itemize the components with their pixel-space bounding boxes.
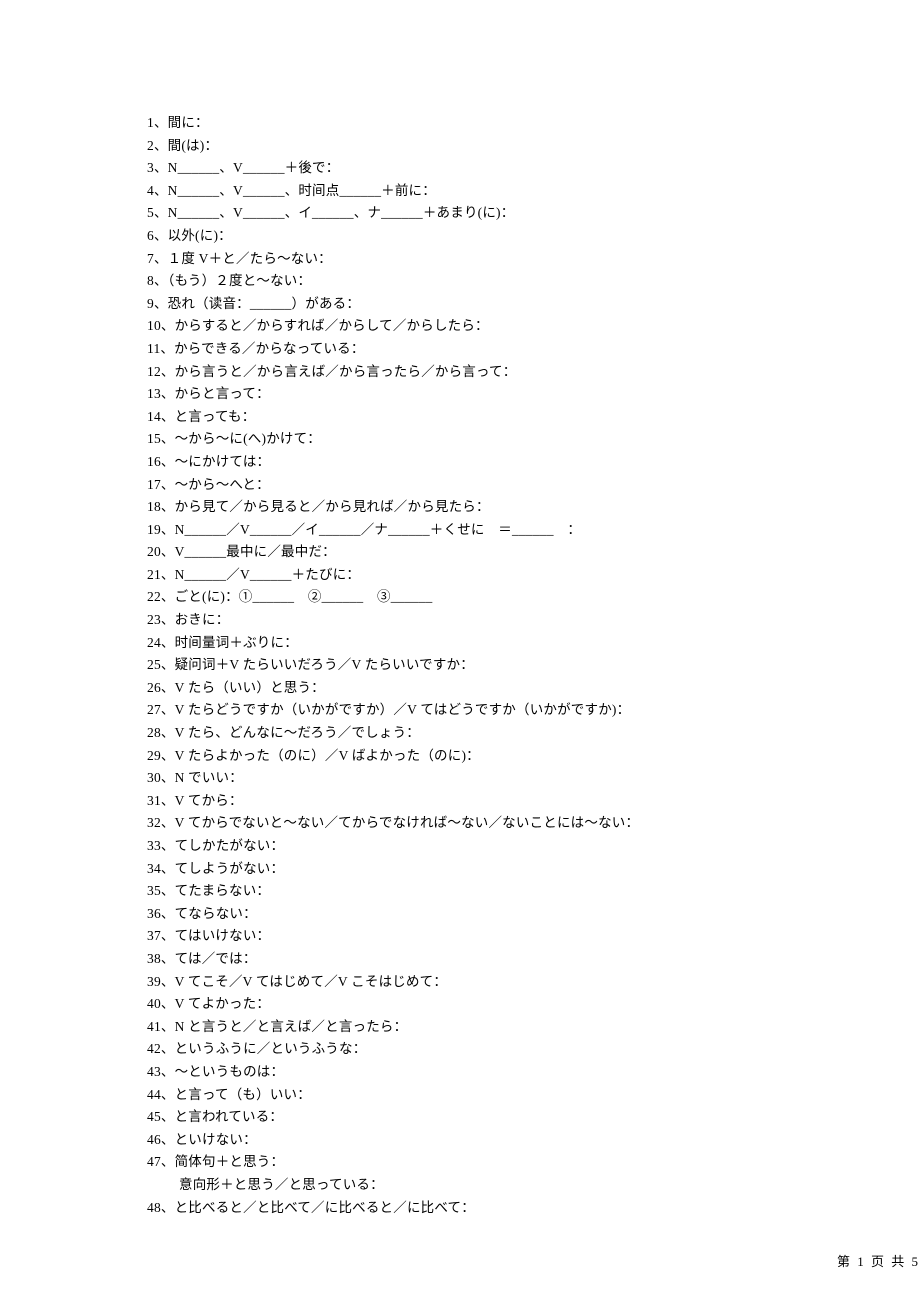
grammar-line: 36、てならない：: [147, 903, 787, 926]
grammar-line: 9、恐れ（读音：______）がある：: [147, 293, 787, 316]
grammar-line: 44、と言って（も）いい：: [147, 1084, 787, 1107]
grammar-line: 27、V たらどうですか（いかがですか）／V てはどうですか（いかがですか)：: [147, 699, 787, 722]
grammar-line: 21、N______／V______＋たびに：: [147, 564, 787, 587]
grammar-line: 30、N でいい：: [147, 767, 787, 790]
grammar-line: 18、から見て／から見ると／から見れば／から見たら：: [147, 496, 787, 519]
grammar-line: 5、N______、V______、イ______、ナ______＋あまり(に)…: [147, 202, 787, 225]
grammar-line: 37、てはいけない：: [147, 925, 787, 948]
grammar-line: 35、てたまらない：: [147, 880, 787, 903]
grammar-line: 15、～から～に(へ)かけて：: [147, 428, 787, 451]
grammar-line: 14、と言っても：: [147, 406, 787, 429]
grammar-line: 26、V たら（いい）と思う：: [147, 677, 787, 700]
document-content: 1、間に：2、間(は)：3、N______、V______＋後で：4、N____…: [147, 112, 787, 1219]
grammar-line: 43、～というものは：: [147, 1061, 787, 1084]
grammar-line: 2、間(は)：: [147, 135, 787, 158]
grammar-line: 20、V______最中に／最中だ：: [147, 541, 787, 564]
grammar-line: 28、V たら、どんなに～だろう／でしょう：: [147, 722, 787, 745]
grammar-line: 11、からできる／からなっている：: [147, 338, 787, 361]
grammar-line: 46、といけない：: [147, 1129, 787, 1152]
grammar-line: 12、から言うと／から言えば／から言ったら／から言って：: [147, 361, 787, 384]
grammar-line: 48、と比べると／と比べて／に比べると／に比べて：: [147, 1197, 787, 1220]
grammar-line: 31、V てから：: [147, 790, 787, 813]
grammar-line: 33、てしかたがない：: [147, 835, 787, 858]
grammar-line: 23、おきに：: [147, 609, 787, 632]
grammar-line: 41、N と言うと／と言えば／と言ったら：: [147, 1016, 787, 1039]
grammar-line: 10、からすると／からすれば／からして／からしたら：: [147, 315, 787, 338]
grammar-line: 1、間に：: [147, 112, 787, 135]
grammar-line: 25、疑问词＋V たらいいだろう／V たらいいですか：: [147, 654, 787, 677]
grammar-line: 32、V てからでないと～ない／てからでなければ～ない／ないことには～ない：: [147, 812, 787, 835]
grammar-line: 17、～から～へと：: [147, 474, 787, 497]
grammar-line: 42、というふうに／というふうな：: [147, 1038, 787, 1061]
grammar-line: 4、N______、V______、时间点______＋前に：: [147, 180, 787, 203]
grammar-line: 34、てしようがない：: [147, 858, 787, 881]
grammar-line: 13、からと言って：: [147, 383, 787, 406]
grammar-line: 22、ごと(に)：①______ ②______ ③______: [147, 586, 787, 609]
page-footer: 第 1 页 共 5: [837, 1251, 920, 1270]
grammar-line: 19、N______／V______／イ______／ナ______＋くせに ＝…: [147, 519, 787, 542]
grammar-line: 16、～にかけては：: [147, 451, 787, 474]
grammar-line: 47、简体句＋と思う：: [147, 1151, 787, 1174]
grammar-line: 39、V てこそ／V てはじめて／V こそはじめて：: [147, 971, 787, 994]
grammar-line: 24、时间量词＋ぶりに：: [147, 632, 787, 655]
grammar-line: 38、ては／では：: [147, 948, 787, 971]
grammar-line: 45、と言われている：: [147, 1106, 787, 1129]
grammar-line: 40、V てよかった：: [147, 993, 787, 1016]
grammar-line: 3、N______、V______＋後で：: [147, 157, 787, 180]
grammar-line: 意向形＋と思う／と思っている：: [147, 1174, 787, 1197]
grammar-line: 8、（もう）２度と～ない：: [147, 270, 787, 293]
grammar-line: 7、１度 V＋と／たら～ない：: [147, 248, 787, 271]
grammar-line: 29、V たらよかった（のに）／V ばよかった（のに)：: [147, 745, 787, 768]
grammar-line: 6、以外(に)：: [147, 225, 787, 248]
